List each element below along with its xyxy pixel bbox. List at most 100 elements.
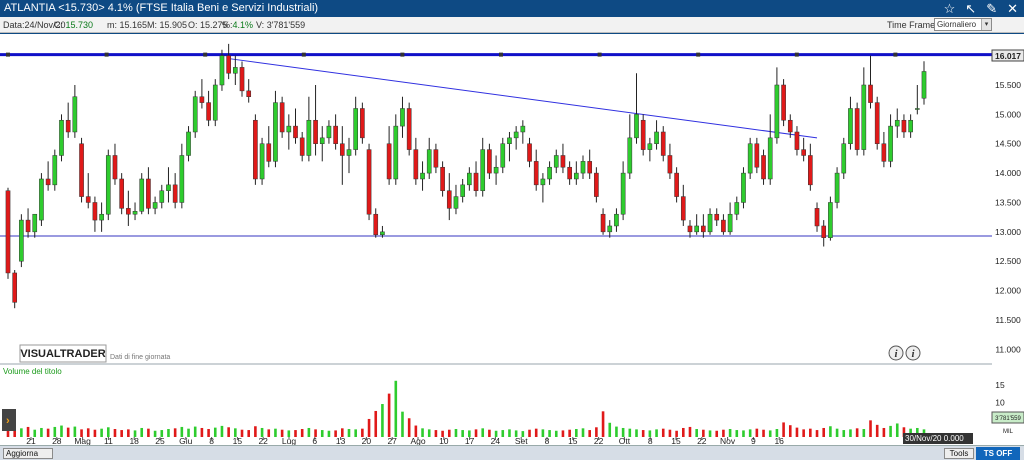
candle-body bbox=[226, 55, 231, 74]
data-note: Dati di fine giornata bbox=[110, 354, 170, 361]
candle-body bbox=[45, 178, 51, 186]
volume-bar bbox=[274, 428, 277, 437]
refresh-button[interactable]: Aggiorna bbox=[3, 448, 53, 459]
volume-bar bbox=[641, 430, 645, 437]
candle-body bbox=[707, 213, 713, 233]
back-arrow-icon[interactable]: ↖ bbox=[965, 1, 976, 17]
chart-area[interactable]: 11.000 11.500 12.000 12.500 13.000 13.500 14.0… bbox=[0, 34, 1024, 445]
level-handle bbox=[499, 52, 503, 57]
candle-body bbox=[19, 219, 24, 262]
level-handle bbox=[301, 52, 306, 57]
x-tick-label: Nov bbox=[720, 436, 736, 445]
candle-body bbox=[393, 125, 399, 180]
x-tick-label: 27 bbox=[387, 436, 397, 445]
volume-bar bbox=[588, 430, 591, 437]
candle-body bbox=[219, 55, 225, 86]
candle-body bbox=[600, 213, 606, 233]
y-tick-label: 13.500 bbox=[995, 197, 1021, 207]
candle-body bbox=[126, 208, 131, 215]
candle-body bbox=[146, 178, 151, 209]
candle-body bbox=[426, 149, 432, 174]
y-tick-label: 14.000 bbox=[995, 168, 1021, 178]
volume-bar bbox=[869, 420, 872, 437]
ts-off-button[interactable]: TS OFF bbox=[976, 447, 1020, 460]
volume-bar bbox=[802, 429, 805, 437]
candle-body bbox=[386, 143, 392, 180]
x-tick-label: 20 bbox=[362, 436, 372, 445]
candle-body bbox=[834, 172, 840, 203]
candle-body bbox=[627, 137, 633, 174]
x-tick-label: 6 bbox=[312, 436, 317, 445]
volume-bar bbox=[829, 426, 832, 437]
candle-body bbox=[754, 143, 760, 168]
candle-body bbox=[500, 143, 506, 168]
volume-bar bbox=[795, 427, 799, 437]
title-buttons: ☆ ↖ ✎ ✕ bbox=[944, 0, 1018, 17]
x-tick-label: 8 bbox=[648, 436, 653, 445]
level-handle bbox=[104, 52, 109, 57]
candle-body bbox=[132, 211, 138, 215]
info-max: M: 15.905 bbox=[147, 20, 188, 30]
volume-bar bbox=[835, 428, 839, 437]
timeframe-select[interactable]: Giornaliero ▾ bbox=[934, 18, 992, 31]
x-tick-label: 22 bbox=[594, 436, 604, 445]
status-bar: Aggiorna 30/Nov/20 0.000 Tools TS OFF bbox=[0, 433, 1024, 460]
candle-body bbox=[467, 172, 472, 186]
candle-body bbox=[513, 131, 519, 139]
x-tick-label: Ott bbox=[619, 436, 631, 445]
volume-bar bbox=[247, 430, 251, 437]
candle-body bbox=[179, 155, 185, 203]
volume-bar bbox=[481, 428, 485, 437]
candle-body bbox=[660, 131, 666, 156]
star-icon[interactable]: ☆ bbox=[944, 1, 956, 17]
volume-bar bbox=[113, 429, 117, 437]
volume-bar bbox=[788, 425, 792, 437]
volume-bar bbox=[200, 427, 204, 437]
candle-body bbox=[640, 119, 646, 150]
level-handle bbox=[696, 52, 701, 57]
candle-body bbox=[172, 184, 178, 203]
candle-body bbox=[279, 102, 285, 133]
info-pct: %:4.1% bbox=[222, 20, 254, 30]
volume-bar bbox=[374, 410, 378, 437]
candle-body bbox=[139, 178, 145, 212]
wrench-icon[interactable]: ✎ bbox=[986, 1, 997, 17]
volume-bar bbox=[882, 427, 886, 437]
volume-bar bbox=[394, 380, 398, 437]
volume-bar bbox=[167, 429, 170, 437]
tools-button[interactable]: Tools bbox=[944, 448, 974, 459]
candle-body bbox=[112, 155, 118, 180]
date-readout: 30/Nov/20 0.000 bbox=[903, 433, 973, 444]
candle-body bbox=[801, 149, 806, 156]
candle-body bbox=[480, 149, 486, 191]
candle-body bbox=[861, 84, 867, 150]
price-chart[interactable]: 11.000 11.500 12.000 12.500 13.000 13.500 14.0… bbox=[0, 34, 1024, 445]
app-window: ATLANTIA <15.730> 4.1% (FTSE Italia Beni… bbox=[0, 0, 1024, 460]
candle-body bbox=[567, 166, 572, 180]
candle-body bbox=[908, 119, 913, 133]
volume-bar bbox=[173, 428, 177, 437]
volume-bar bbox=[320, 430, 324, 437]
x-tick-label: 28 bbox=[52, 436, 62, 445]
candle-body bbox=[406, 108, 412, 150]
candle-body bbox=[152, 202, 158, 209]
x-tick-label: 25 bbox=[155, 436, 165, 445]
x-tick-label: Set bbox=[515, 436, 528, 445]
x-tick-label: 18 bbox=[129, 436, 139, 445]
volume-bar bbox=[46, 428, 50, 437]
candle-body bbox=[192, 96, 198, 133]
x-tick-label: 24 bbox=[491, 436, 501, 445]
candle-body bbox=[373, 213, 379, 236]
info-close: C: 15.730 bbox=[54, 20, 94, 30]
volume-bar bbox=[381, 404, 384, 437]
volume-bar bbox=[227, 427, 230, 437]
candle-body bbox=[654, 131, 659, 144]
close-icon[interactable]: ✕ bbox=[1007, 1, 1018, 17]
volume-bar bbox=[508, 429, 511, 437]
volume-bar bbox=[220, 425, 224, 437]
volume-bar bbox=[254, 426, 257, 437]
candle-body bbox=[594, 172, 599, 197]
volume-bar bbox=[809, 428, 812, 437]
volume-bar bbox=[100, 428, 103, 437]
level-handle bbox=[794, 52, 799, 57]
